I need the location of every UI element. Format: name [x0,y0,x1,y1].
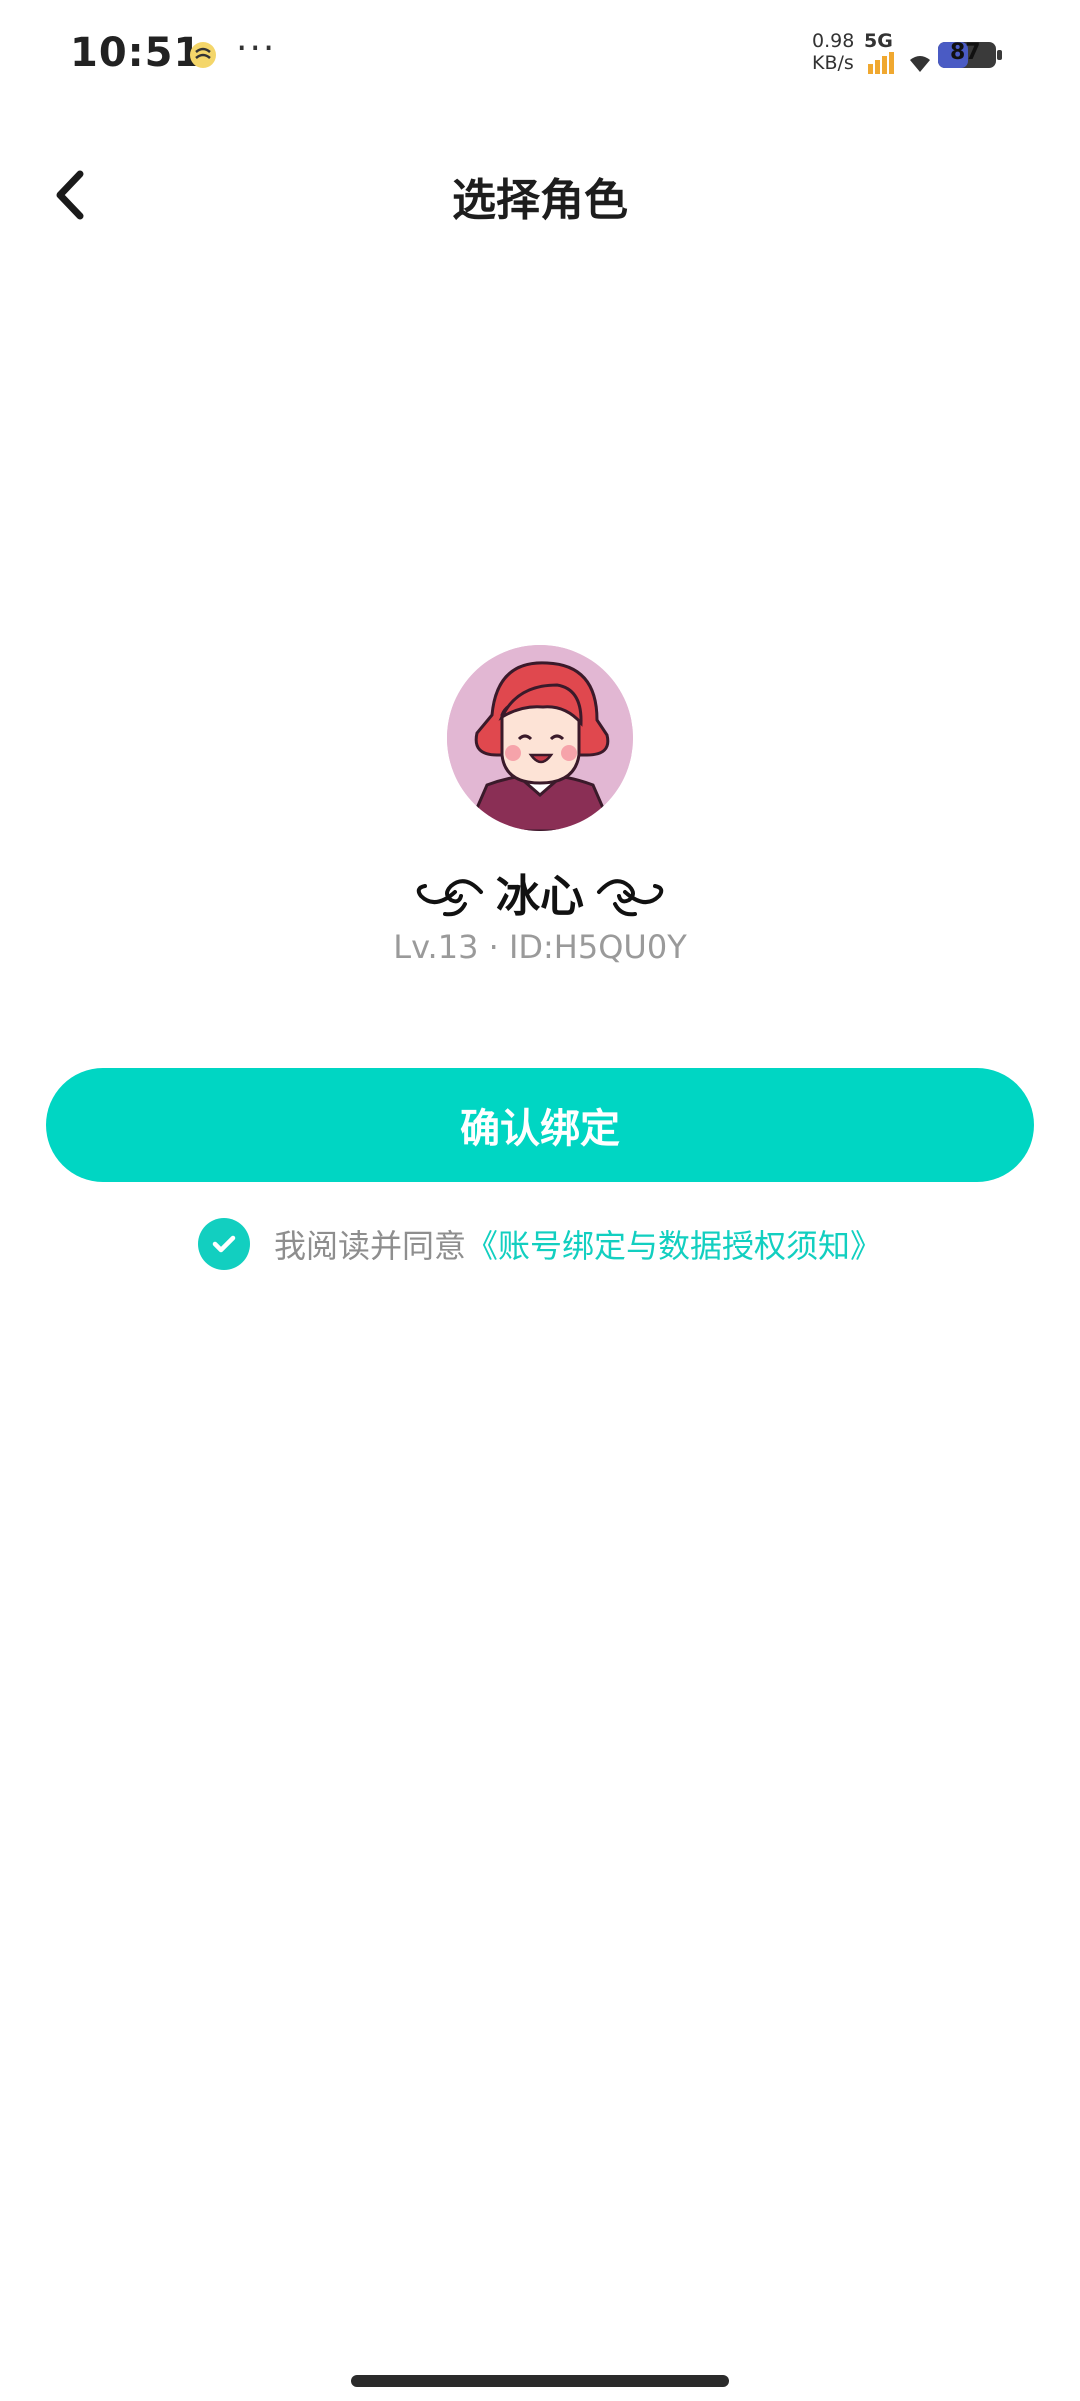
net-speed-unit: KB/s [812,52,854,74]
home-indicator[interactable] [351,2375,729,2387]
ornament-left-icon [416,879,483,917]
cartoon-girl-avatar-icon [447,645,633,831]
network-type: 5G [864,30,893,52]
page-title: 选择角色 [452,175,628,226]
level-id: Lv.13 · ID:H5QU0Y [393,928,687,966]
more-icon: ··· [236,28,277,69]
ornament-right-icon [597,879,664,917]
net-speed: 0.98 KB/s [812,30,854,74]
agreement-prefix: 我阅读并同意 [273,1227,466,1265]
wifi-icon [910,56,930,72]
confirm-bind-button[interactable]: 确认绑定 [46,1068,1034,1182]
status-time: 10:51 [70,30,203,76]
agreement-link[interactable]: 《账号绑定与数据授权须知》 [466,1221,882,1267]
notification-app-icon [190,42,216,68]
nickname: 冰心 [496,871,584,922]
header: 选择角色 [0,150,1080,240]
signal-icon [868,52,894,74]
agreement-checkbox[interactable] [197,1218,250,1270]
avatar [447,645,633,831]
status-bar: 10:51 ··· 0.98 KB/s 5G 87 [0,0,1080,110]
nickname-row: 冰心 [0,860,1080,922]
net-speed-value: 0.98 [812,30,855,52]
agreement-row: 我阅读并同意 《账号绑定与数据授权须知》 [0,1216,1080,1272]
checkmark-icon [212,1235,236,1253]
battery-level: 87 [950,40,981,65]
